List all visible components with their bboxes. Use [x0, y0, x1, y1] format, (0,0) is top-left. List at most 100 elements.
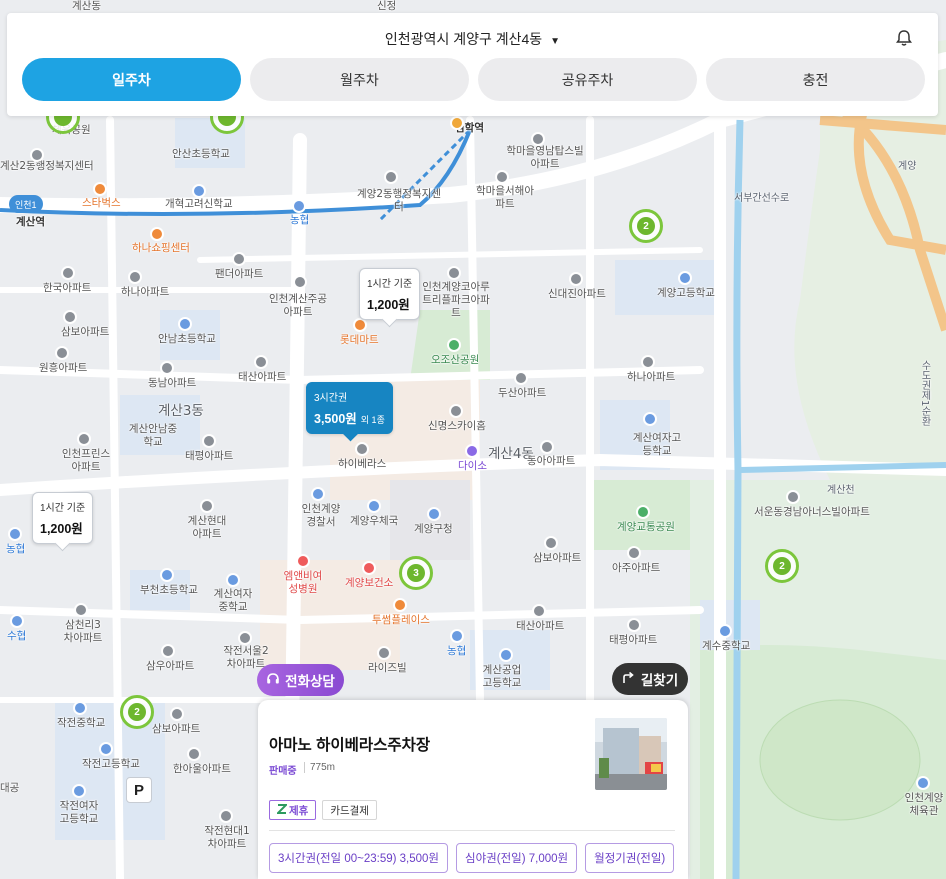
map-label: 스타벅스	[82, 197, 121, 209]
map-label: 개혁고려신학교	[165, 198, 233, 210]
cluster-count: 2	[773, 557, 791, 575]
mart-icon	[353, 318, 367, 332]
marker-price: 1,200원	[367, 298, 410, 312]
route-label: 길찾기	[640, 673, 679, 688]
apartment-icon	[77, 432, 91, 446]
parking-cluster[interactable]: 2	[629, 209, 663, 243]
tab-monthly-parking[interactable]: 월주차	[250, 58, 469, 101]
park-icon	[636, 505, 650, 519]
apartment-icon	[128, 270, 142, 284]
apartment-icon	[495, 170, 509, 184]
map-label: 삼천리3차아파트	[63, 619, 103, 644]
apartment-icon	[293, 275, 307, 289]
directions-button[interactable]: 길찾기	[612, 663, 688, 695]
map-label: 농협	[6, 543, 26, 555]
map-label: 태평아파트	[609, 634, 658, 646]
map-label: 신정	[377, 0, 397, 12]
parking-detail-card[interactable]: 아마노 하이베라스주차장 판매중 775m 제휴 카드결제 3시간권(전일 00…	[258, 700, 688, 879]
map-label: 인천계산주공아파트	[269, 293, 327, 318]
map-label: 계양2동행정복지센터	[357, 188, 441, 213]
map-label: 롯데마트	[340, 334, 379, 346]
tab-shared-parking[interactable]: 공유주차	[478, 58, 697, 101]
phone-consult-button[interactable]: 전화상담	[257, 664, 344, 696]
marker-price: 1,200원	[40, 522, 83, 536]
cafe-icon	[93, 182, 107, 196]
marker-title: 1시간 기준	[367, 279, 413, 290]
parking-cluster[interactable]: 2	[765, 549, 799, 583]
bell-icon[interactable]	[894, 28, 914, 48]
map-label: 태산아파트	[516, 620, 565, 632]
store-icon	[465, 444, 479, 458]
health-center-icon	[362, 561, 376, 575]
map-label: 농협	[447, 645, 467, 657]
office-icon	[384, 170, 398, 184]
consult-label: 전화상담	[285, 674, 335, 689]
ticket-option[interactable]: 심야권(전일) 7,000원	[456, 843, 578, 873]
map-label: 인천계양경찰서	[301, 503, 341, 528]
apartment-icon	[355, 442, 369, 456]
map-label: 오조산공원	[431, 354, 480, 366]
location-selector[interactable]: 인천광역시 계양구 계산4동 ▼	[7, 29, 938, 49]
ticket-list: 3시간권(전일 00~23:59) 3,500원 심야권(전일) 7,000원 …	[269, 843, 675, 873]
apartment-icon	[377, 646, 391, 660]
subway-line-badge: 인천1	[9, 195, 43, 213]
map-label: 하나아파트	[121, 286, 170, 298]
map-label: 태산아파트	[238, 371, 287, 383]
map-label: 계양교통공원	[617, 521, 675, 533]
marker-title: 3시간권	[314, 393, 348, 404]
parking-price-marker[interactable]: 1시간 기준 1,200원	[32, 492, 94, 544]
map-label: 계양우체국	[350, 515, 399, 527]
school-icon	[499, 648, 513, 662]
apartment-icon	[254, 355, 268, 369]
map-label: 팬더아파트	[215, 268, 264, 280]
card-payment-badge: 카드결제	[322, 800, 377, 820]
tab-daily-parking[interactable]: 일주차	[22, 58, 241, 101]
apartment-icon	[641, 355, 655, 369]
map-label: 농협	[290, 214, 310, 226]
cafe-icon	[393, 598, 407, 612]
hospital-icon	[296, 554, 310, 568]
map-label: 한아울아파트	[173, 763, 231, 775]
map-label: 삼보아파트	[533, 552, 582, 564]
apartment-icon	[449, 404, 463, 418]
map-label: 작전현대1차아파트	[204, 825, 250, 850]
map-label: 계산안남중학교	[128, 423, 178, 448]
map-label: 계산천	[827, 485, 855, 496]
map-label: 삼우아파트	[146, 660, 195, 672]
distance: 775m	[310, 762, 336, 773]
apartment-icon	[532, 604, 546, 618]
apartment-icon	[202, 434, 216, 448]
top-panel: 인천광역시 계양구 계산4동 ▼ 일주차 월주차 공유주차 충전	[7, 13, 938, 116]
parking-price-marker[interactable]: 1시간 기준 1,200원	[359, 268, 421, 320]
marker-sub: 외 1종	[360, 415, 385, 425]
partner-logo-icon	[275, 803, 289, 817]
parking-p-icon[interactable]: P	[126, 777, 152, 803]
school-icon	[160, 568, 174, 582]
apartment-icon	[540, 440, 554, 454]
map-label: 작전여자고등학교	[59, 800, 99, 825]
bank-icon	[450, 629, 464, 643]
tab-charging[interactable]: 충전	[706, 58, 925, 101]
school-icon	[718, 624, 732, 638]
parking-cluster[interactable]: 2	[120, 695, 154, 729]
map-label: 계산3동	[158, 403, 204, 419]
bank-icon	[292, 199, 306, 213]
map-label: 하나쇼핑센터	[132, 242, 190, 254]
shopping-icon	[150, 227, 164, 241]
parking-lot-photo[interactable]	[595, 718, 667, 790]
ticket-option[interactable]: 월정기권(전일)	[585, 843, 675, 873]
map-label: 태평아파트	[185, 450, 234, 462]
parking-cluster[interactable]: 3	[399, 556, 433, 590]
turn-right-icon	[622, 671, 635, 687]
map-label: 라이즈빌	[368, 662, 407, 674]
apartment-icon	[55, 346, 69, 360]
bank-icon	[10, 614, 24, 628]
map-label: 계산여자중학교	[213, 588, 253, 613]
park-icon	[447, 338, 461, 352]
apartment-icon	[514, 371, 528, 385]
selected-parking-marker[interactable]: 3시간권 3,500원 외 1종	[306, 382, 393, 434]
apartment-icon	[627, 546, 641, 560]
ticket-option[interactable]: 3시간권(전일 00~23:59) 3,500원	[269, 843, 448, 873]
map-label: 계양고등학교	[657, 287, 715, 299]
map-label: 계산역	[16, 216, 45, 228]
